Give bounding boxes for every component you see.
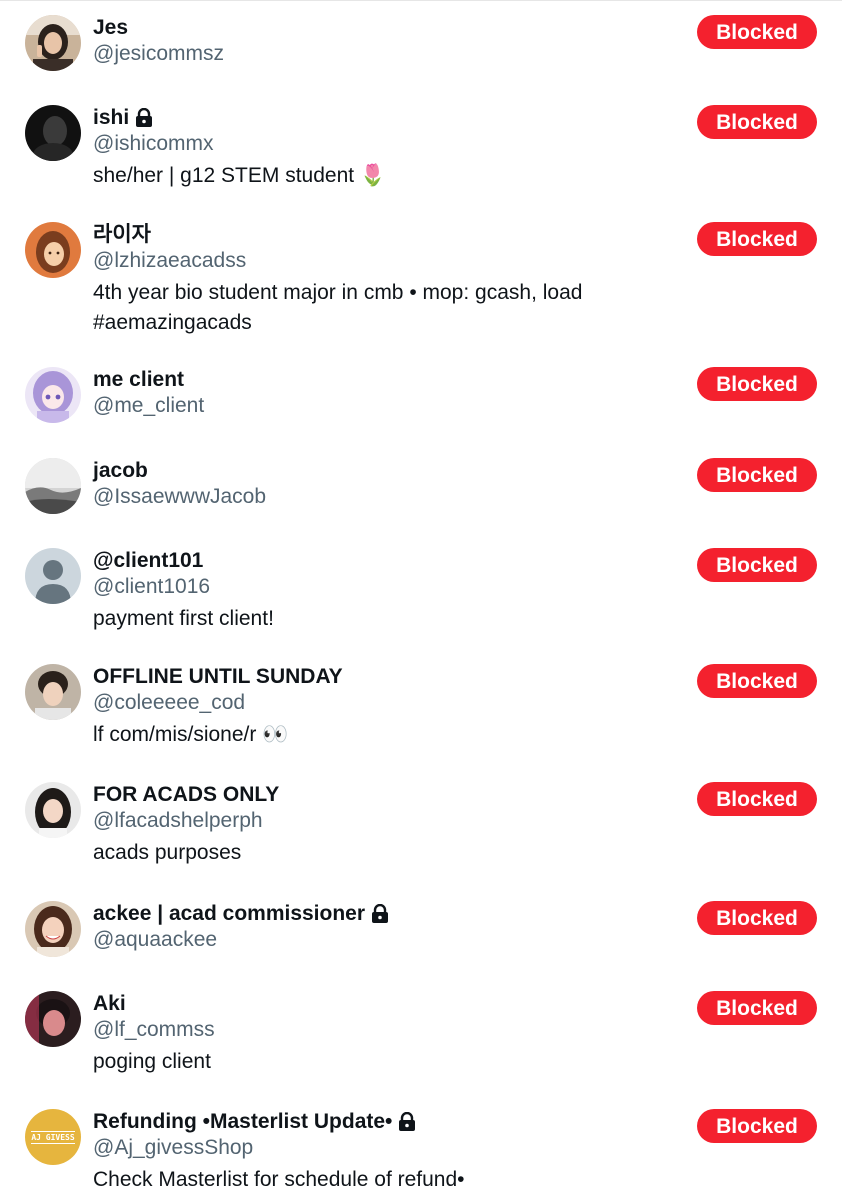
blocked-button[interactable]: Blocked — [697, 782, 817, 816]
avatar[interactable]: AJ GIVESS — [25, 1109, 81, 1165]
user-handle[interactable]: @ishicommx — [93, 131, 683, 157]
lock-icon — [371, 903, 389, 924]
user-handle[interactable]: @IssaewwwJacob — [93, 484, 683, 510]
user-handle[interactable]: @coleeeee_cod — [93, 690, 683, 716]
avatar[interactable] — [25, 548, 81, 604]
avatar[interactable] — [25, 458, 81, 514]
lock-icon — [135, 107, 153, 128]
display-name[interactable]: jacob — [93, 458, 683, 484]
user-bio: payment first client! — [93, 607, 274, 630]
blocked-button[interactable]: Blocked — [697, 901, 817, 935]
user-handle[interactable]: @client1016 — [93, 574, 683, 600]
user-bio: acads purposes — [93, 841, 242, 864]
top-divider — [0, 0, 842, 1]
blocked-button[interactable]: Blocked — [697, 458, 817, 492]
user-handle[interactable]: @Aj_givessShop — [93, 1135, 683, 1161]
user-handle[interactable]: @me_client — [93, 393, 683, 419]
avatar[interactable] — [25, 991, 81, 1047]
display-name[interactable]: Aki — [93, 991, 683, 1017]
user-handle[interactable]: @aquaackee — [93, 927, 683, 953]
avatar[interactable] — [25, 367, 81, 423]
user-bio: Check Masterlist for schedule of refund• — [93, 1168, 465, 1191]
display-name[interactable]: OFFLINE UNTIL SUNDAY — [93, 664, 683, 690]
display-name[interactable]: Refunding •Masterlist Update• — [93, 1109, 683, 1135]
display-name[interactable]: Jes — [93, 15, 683, 41]
user-bio: poging client — [93, 1050, 211, 1073]
blocked-button[interactable]: Blocked — [697, 367, 817, 401]
display-name[interactable]: FOR ACADS ONLY — [93, 782, 683, 808]
user-handle[interactable]: @lfacadshelperph — [93, 808, 683, 834]
avatar[interactable] — [25, 15, 81, 71]
display-name[interactable]: 라이자 — [93, 222, 683, 248]
display-name[interactable]: me client — [93, 367, 683, 393]
blocked-button[interactable]: Blocked — [697, 548, 817, 582]
user-bio: 4th year bio student major in cmb • mop:… — [93, 281, 583, 334]
avatar[interactable] — [25, 901, 81, 957]
avatar[interactable] — [25, 664, 81, 720]
blocked-button[interactable]: Blocked — [697, 222, 817, 256]
avatar-logo-text: AJ GIVESS — [31, 1130, 75, 1144]
user-handle[interactable]: @lf_commss — [93, 1017, 683, 1043]
avatar[interactable] — [25, 222, 81, 278]
user-bio: lf com/mis/sione/r 👀 — [93, 723, 289, 746]
blocked-button[interactable]: Blocked — [697, 991, 817, 1025]
lock-icon — [398, 1111, 416, 1132]
blocked-button[interactable]: Blocked — [697, 1109, 817, 1143]
user-bio: she/her | g12 STEM student 🌷 — [93, 164, 387, 187]
avatar[interactable] — [25, 105, 81, 161]
display-name[interactable]: ackee | acad commissioner — [93, 901, 683, 927]
display-name[interactable]: @client101 — [93, 548, 683, 574]
display-name[interactable]: ishi — [93, 105, 683, 131]
blocked-button[interactable]: Blocked — [697, 15, 817, 49]
avatar[interactable] — [25, 782, 81, 838]
blocked-button[interactable]: Blocked — [697, 105, 817, 139]
user-handle[interactable]: @jesicommsz — [93, 41, 683, 67]
blocked-button[interactable]: Blocked — [697, 664, 817, 698]
user-handle[interactable]: @lzhizaeacadss — [93, 248, 683, 274]
